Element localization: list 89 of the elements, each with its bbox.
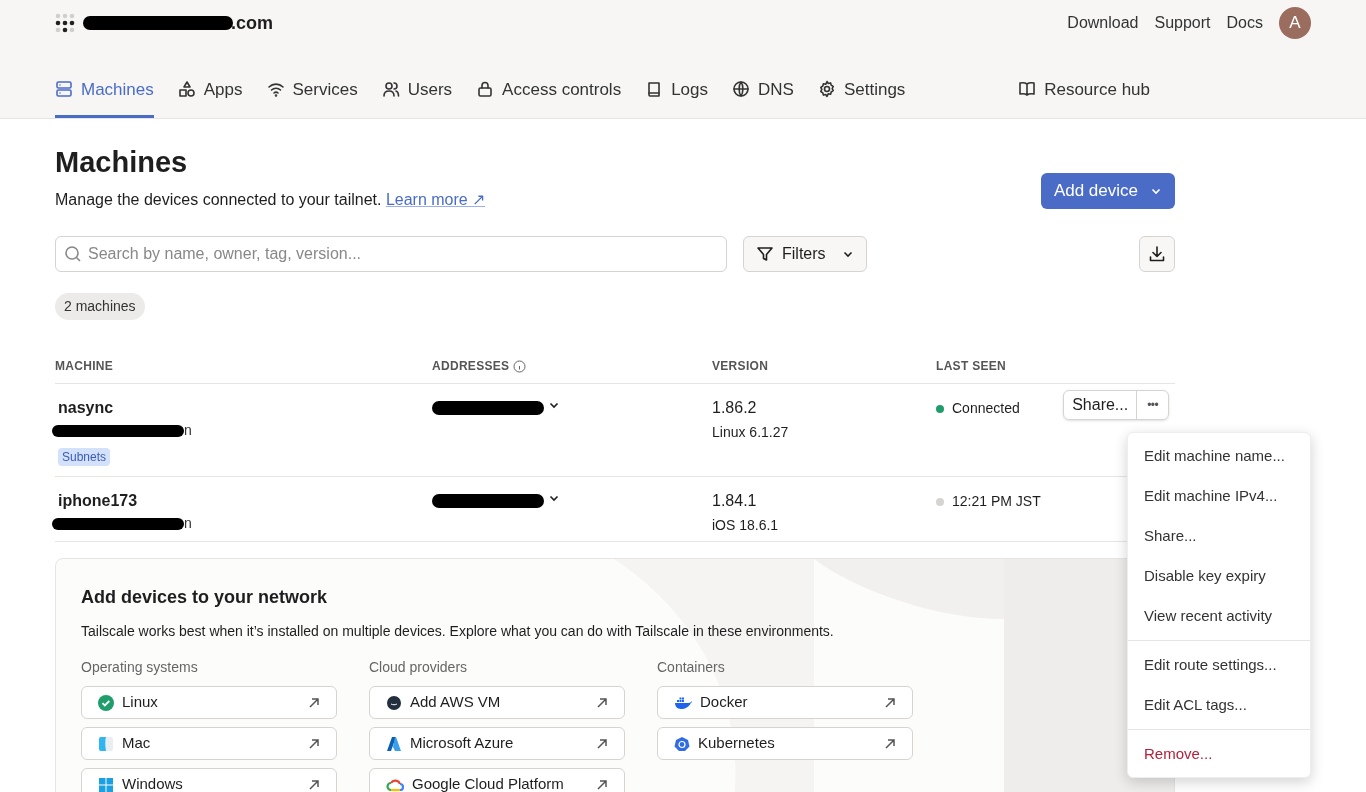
search-icon <box>64 245 82 263</box>
external-arrow-icon <box>884 737 896 750</box>
globe-icon <box>732 80 751 99</box>
whale-icon <box>674 695 692 710</box>
machine-name[interactable]: iphone173 <box>58 489 432 513</box>
search-field[interactable]: Search by name, owner, tag, version... <box>55 236 727 272</box>
machine-owner: n <box>184 514 192 533</box>
nav-tab[interactable]: Logs <box>645 72 709 118</box>
share-button[interactable]: Share... <box>1064 391 1138 419</box>
menu-item[interactable]: View recent activity <box>1128 596 1310 636</box>
menu-item[interactable]: Edit ACL tags... <box>1128 685 1310 725</box>
download-icon <box>1148 245 1166 263</box>
header-link[interactable]: Docs <box>1226 11 1263 35</box>
finder-face-icon <box>98 735 114 752</box>
tag-badge: Subnets <box>58 448 111 466</box>
machine-name[interactable]: nasync <box>58 396 432 420</box>
learn-more-link[interactable]: Learn more ↗ <box>385 191 486 208</box>
page-title: Machines <box>55 145 189 180</box>
account-name: .com <box>231 11 273 35</box>
download-button[interactable] <box>1139 236 1175 272</box>
last-seen-text: Connected <box>952 399 1020 418</box>
column-header: VERSION <box>712 358 769 375</box>
add-device-button[interactable]: Add device <box>1040 173 1175 209</box>
menu-item[interactable]: Remove... <box>1128 734 1310 774</box>
section-description: Tailscale works best when it’s installed on multiple devices. Explore what you can do with Tailscale in these environments. <box>81 622 835 641</box>
environment-link[interactable]: Docker <box>657 686 913 719</box>
azure-logo-icon <box>386 735 402 752</box>
shapes-icon <box>177 80 196 99</box>
last-seen-text: 12:21 PM JST <box>952 492 1041 511</box>
more-button[interactable]: ••• <box>1137 391 1168 419</box>
resource-hub-link[interactable]: Resource hub <box>1018 76 1150 118</box>
environment-link[interactable]: Windows <box>81 768 337 792</box>
external-arrow-icon <box>596 737 608 750</box>
machine-owner: n <box>184 421 192 440</box>
avatar[interactable]: A <box>1279 7 1311 39</box>
environment-link[interactable]: Add AWS VM <box>369 686 625 719</box>
environment-link[interactable]: Google Cloud Platform <box>369 768 625 792</box>
nav-tab[interactable]: Access controls <box>476 72 622 118</box>
helm-wheel-icon <box>674 735 690 752</box>
users-icon <box>381 80 400 99</box>
os-version: iOS 18.6.1 <box>712 516 780 535</box>
menu-item[interactable]: Edit machine IPv4... <box>1128 476 1310 516</box>
server-icon <box>55 80 73 99</box>
column-header: ADDRESSES <box>432 358 510 375</box>
cloud-circle-icon <box>386 694 402 711</box>
version-number: 1.84.1 <box>712 491 758 511</box>
filters-button[interactable]: Filters <box>743 236 867 272</box>
machine-count-badge: 2 machines <box>55 293 145 320</box>
group-label: Containers <box>657 658 726 677</box>
external-arrow-icon <box>596 696 608 709</box>
header-link[interactable]: Download <box>1067 11 1139 35</box>
version-number: 1.86.2 <box>712 398 758 418</box>
nav-tab[interactable]: Services <box>266 72 358 118</box>
environment-link[interactable]: Kubernetes <box>657 727 913 760</box>
nav-tab[interactable]: Apps <box>177 72 243 118</box>
check-circle-icon <box>98 694 114 711</box>
environment-link[interactable]: Mac <box>81 727 337 760</box>
external-arrow-icon <box>308 696 320 709</box>
settings-icon <box>817 80 836 99</box>
nav-tab[interactable]: Users <box>381 72 453 118</box>
group-label: Cloud providers <box>369 658 469 677</box>
group-label: Operating systems <box>81 658 199 677</box>
section-title: Add devices to your network <box>81 586 329 609</box>
os-version: Linux 6.1.27 <box>712 423 790 442</box>
dots-logo-icon <box>55 13 75 33</box>
external-arrow-icon <box>308 778 320 791</box>
windows-logo-icon <box>98 776 114 792</box>
nav-tab[interactable]: Settings <box>817 72 906 118</box>
external-arrow-icon <box>308 737 320 750</box>
open-book-icon <box>1018 80 1037 99</box>
menu-item[interactable]: Edit route settings... <box>1128 645 1310 685</box>
header-link[interactable]: Support <box>1154 11 1211 35</box>
external-arrow-icon <box>596 778 608 791</box>
environment-link[interactable]: Linux <box>81 686 337 719</box>
menu-item[interactable]: Edit machine name... <box>1128 436 1310 476</box>
column-header: LAST SEEN <box>936 358 1007 375</box>
filter-icon <box>756 245 774 263</box>
nav-tab[interactable]: Machines <box>55 72 154 118</box>
menu-item[interactable]: Share... <box>1128 516 1310 556</box>
wifi-icon <box>266 80 285 99</box>
external-arrow-icon <box>884 696 896 709</box>
column-header: MACHINE <box>55 358 114 375</box>
lock-icon <box>476 80 495 99</box>
environment-link[interactable]: Microsoft Azure <box>369 727 625 760</box>
info-icon <box>513 359 527 373</box>
cloud-icon <box>386 776 404 792</box>
nav-tab[interactable]: DNS <box>732 72 794 118</box>
page-description: Manage the devices connected to your tailnet. Learn more ↗ <box>55 190 486 210</box>
menu-item[interactable]: Disable key expiry <box>1128 556 1310 596</box>
